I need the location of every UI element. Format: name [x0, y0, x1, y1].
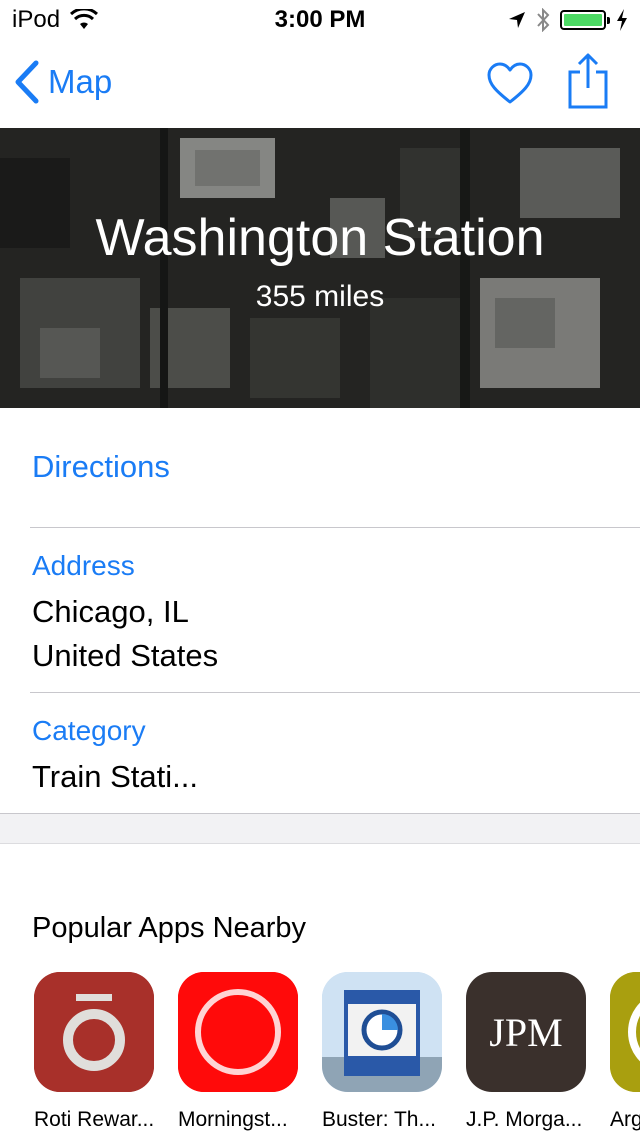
roti-icon [34, 972, 154, 1092]
bluetooth-icon [537, 8, 550, 32]
nav-bar: Map [0, 40, 640, 128]
status-bar: iPod 3:00 PM [0, 0, 640, 40]
app-name: Morningst... [178, 1108, 288, 1131]
chevron-left-icon [15, 60, 39, 104]
jpm-icon-text: JPM [489, 1009, 563, 1055]
favorite-button[interactable] [486, 62, 534, 111]
divider [30, 527, 640, 528]
aerial-city-image [0, 128, 640, 408]
battery-icon [560, 10, 610, 30]
app-name: Roti Rewar... [34, 1108, 155, 1131]
address-line2: United States [32, 638, 219, 673]
popular-apps-row: Roti Rewar... Morningst... Buster: Th... [0, 972, 640, 1136]
share-button[interactable] [566, 52, 610, 115]
buster-icon [322, 972, 442, 1092]
place-title: Washington Station [95, 209, 545, 267]
directions-link[interactable]: Directions [32, 449, 170, 485]
location-arrow-icon [509, 12, 525, 28]
app-name: Arg [610, 1108, 640, 1131]
battery-fill [564, 14, 602, 26]
popular-apps-title: Popular Apps Nearby [32, 912, 307, 944]
app-item[interactable]: Buster: Th... [322, 972, 452, 1132]
app-name: Buster: Th... [322, 1108, 436, 1131]
morningstar-icon [178, 972, 298, 1092]
back-label: Map [48, 63, 113, 100]
back-button[interactable]: Map [14, 60, 112, 104]
hero-image: Washington Station 355 miles [0, 128, 640, 408]
address-line1: Chicago, IL [32, 594, 189, 629]
heart-icon [487, 62, 533, 104]
status-right [508, 8, 628, 32]
share-icon [568, 53, 608, 109]
category-label: Category [32, 715, 146, 746]
app-item[interactable]: Morningst... [178, 972, 308, 1132]
charging-bolt-icon [617, 9, 627, 31]
jpm-icon: JPM [466, 972, 586, 1092]
section-separator [0, 813, 640, 844]
battery-tip [607, 17, 610, 24]
category-value: Train Stati... [32, 759, 198, 794]
address-label: Address [32, 550, 135, 581]
app-item[interactable]: JPM J.P. Morga... [466, 972, 596, 1132]
place-distance: 355 miles [255, 280, 385, 313]
app-name: J.P. Morga... [466, 1108, 583, 1131]
arg-icon [610, 972, 640, 1092]
app-item[interactable]: Arg [610, 972, 640, 1132]
app-item[interactable]: Roti Rewar... [34, 972, 164, 1132]
divider [30, 692, 640, 693]
